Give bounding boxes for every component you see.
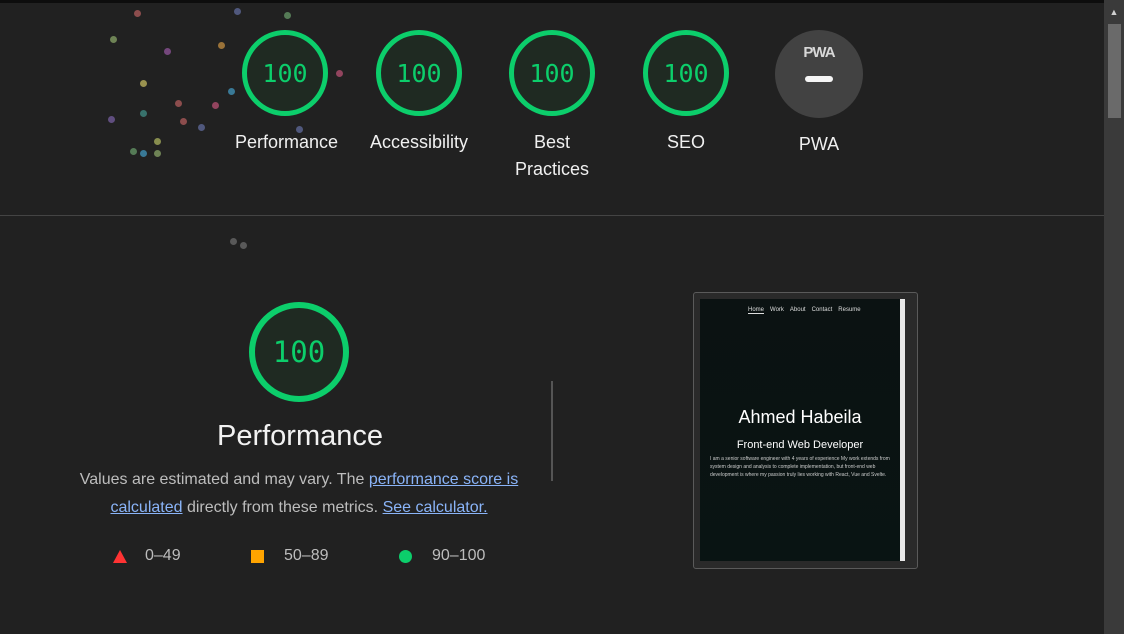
score-ring: 100 — [643, 30, 729, 116]
legend-range: 90–100 — [432, 547, 486, 564]
thumb-nav-item: Home — [748, 307, 765, 314]
thumb-scrollbar — [900, 299, 905, 561]
performance-description: Values are estimated and may vary. The p… — [78, 466, 520, 522]
thumb-role: Front-end Web Developer — [736, 439, 864, 451]
gauge-label: Best Practices — [514, 132, 590, 179]
header-divider — [0, 215, 1104, 216]
desc-text: Values are estimated and may vary. The — [79, 471, 369, 488]
legend-fail: 0–49 — [113, 547, 181, 565]
legend-range: 50–89 — [284, 547, 329, 564]
section-title: Performance — [216, 420, 383, 452]
scroll-thumb[interactable] — [1108, 24, 1121, 118]
legend-pass: 90–100 — [399, 547, 485, 565]
thumb-nav: Home Work About Contact Resume — [748, 307, 861, 314]
window-scrollbar[interactable]: ▲ — [1104, 0, 1124, 634]
gauge-performance[interactable]: 100 Performance — [235, 30, 339, 156]
thumb-nav-item: Work — [770, 307, 784, 313]
gauge-accessibility[interactable]: 100 Accessibility — [369, 30, 469, 156]
thumb-bio: I am a senior software engineer with 4 y… — [710, 456, 890, 478]
final-screenshot-frame[interactable]: Home Work About Contact Resume Ahmed Hab… — [693, 292, 918, 569]
score-ring: 100 — [376, 30, 462, 116]
thumb-nav-item: About — [789, 307, 806, 313]
triangle-icon — [113, 549, 127, 563]
gauge-label: Accessibility — [369, 132, 469, 152]
pwa-badge-text: PWA — [803, 44, 835, 61]
legend-range: 0–49 — [145, 547, 181, 564]
confetti-decoration — [0, 0, 400, 260]
performance-score-ring: 100 — [249, 302, 349, 402]
square-icon — [251, 549, 264, 563]
gauge-label: SEO — [666, 132, 705, 152]
pwa-badge-icon: PWA — [775, 30, 863, 118]
circle-icon — [399, 549, 412, 563]
thumb-nav-item: Contact — [811, 307, 833, 313]
gauge-best-practices[interactable]: 100 Best Practices — [502, 30, 602, 183]
vertical-separator — [551, 381, 553, 481]
thumb-nav-item: Resume — [838, 307, 861, 313]
final-screenshot: Home Work About Contact Resume Ahmed Hab… — [700, 299, 905, 561]
score-ring: 100 — [509, 30, 595, 116]
desc-text: directly from these metrics. — [182, 499, 383, 516]
thumb-name: Ahmed Habeila — [738, 407, 862, 427]
see-calculator-link[interactable]: See calculator. — [383, 499, 488, 516]
score-ring: 100 — [242, 30, 328, 116]
gauge-label: Performance — [235, 132, 339, 152]
gauge-label: PWA — [798, 134, 840, 154]
gauge-pwa[interactable]: PWA PWA — [769, 30, 869, 158]
gauge-seo[interactable]: 100 SEO — [636, 30, 736, 156]
na-dash-icon — [805, 76, 833, 82]
scroll-up-arrow-icon[interactable]: ▲ — [1104, 0, 1124, 24]
legend-average: 50–89 — [251, 547, 329, 565]
